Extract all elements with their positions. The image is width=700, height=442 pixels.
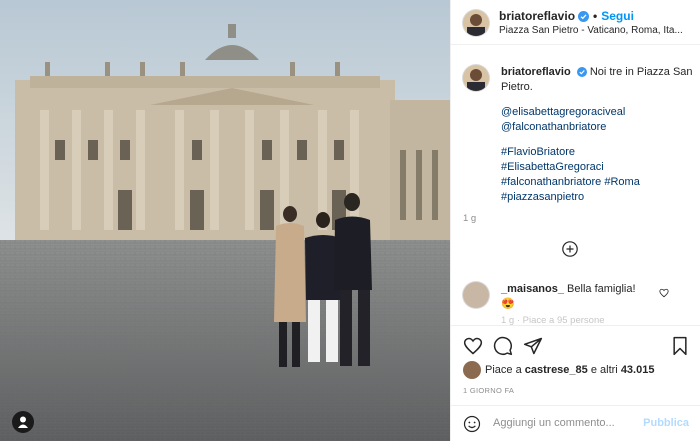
caption-text: briatoreflavio Noi tre in Piazza San Pie… bbox=[501, 65, 693, 205]
post-date[interactable]: 1 GIORNO FA bbox=[463, 386, 514, 395]
mention-link[interactable]: @elisabettagregoraciveal bbox=[501, 105, 693, 120]
caption: briatoreflavio Noi tre in Piazza San Pie… bbox=[463, 65, 693, 224]
verified-badge-icon bbox=[578, 11, 590, 22]
load-more-plus-icon[interactable] bbox=[562, 241, 578, 257]
hashtag-link[interactable]: #piazzasanpietro bbox=[501, 190, 693, 205]
post-author: briatoreflavio • Segui bbox=[499, 9, 634, 23]
post-side-panel: briatoreflavio • Segui Piazza San Pietro -… bbox=[450, 0, 700, 441]
heart-icon[interactable] bbox=[463, 336, 483, 356]
share-icon[interactable] bbox=[523, 336, 543, 356]
liker-avatar[interactable] bbox=[463, 361, 481, 379]
caption-username[interactable]: briatoreflavio bbox=[501, 66, 571, 78]
likes-rest: e altri bbox=[590, 364, 618, 376]
likes-user[interactable]: castrese_85 bbox=[525, 364, 588, 376]
post-photo[interactable] bbox=[0, 0, 450, 441]
avatar[interactable] bbox=[463, 10, 489, 36]
user-tag-icon[interactable] bbox=[12, 411, 34, 433]
post-header: briatoreflavio • Segui Piazza San Pietro -… bbox=[451, 0, 700, 45]
comment-icon[interactable] bbox=[493, 336, 513, 356]
comment-emoji: 😍 bbox=[501, 298, 515, 310]
comments-section[interactable]: briatoreflavio Noi tre in Piazza San Pie… bbox=[451, 45, 700, 325]
likes-count[interactable]: 43.015 bbox=[621, 364, 655, 376]
bookmark-icon[interactable] bbox=[671, 336, 689, 356]
caption-timestamp: 1 g bbox=[463, 213, 477, 224]
comment-meta-faded: 1 g · Piace a 95 persone bbox=[501, 315, 605, 325]
comment-text: Bella famiglia! bbox=[567, 283, 636, 295]
follow-button[interactable]: Segui bbox=[601, 9, 634, 23]
hashtag-link[interactable]: #FlavioBriatore bbox=[501, 145, 693, 160]
caption-avatar[interactable] bbox=[463, 65, 489, 91]
comment-avatar[interactable] bbox=[463, 282, 489, 308]
username-link[interactable]: briatoreflavio bbox=[499, 9, 575, 23]
comment-input[interactable]: Aggiungi un commento... bbox=[493, 417, 615, 429]
add-comment-bar: Aggiungi un commento... Pubblica bbox=[451, 405, 700, 442]
separator-dot: • bbox=[593, 9, 598, 23]
basilica-photo-illustration bbox=[0, 0, 450, 441]
hashtag-link[interactable]: #falconathanbriatore #Roma bbox=[501, 175, 693, 190]
verified-badge-icon bbox=[576, 67, 587, 77]
hashtag-link[interactable]: #ElisabettaGregoraci bbox=[501, 160, 693, 175]
publish-button[interactable]: Pubblica bbox=[643, 417, 689, 429]
mention-link[interactable]: @falconathanbriatore bbox=[501, 120, 693, 135]
heart-icon[interactable] bbox=[659, 288, 669, 298]
likes-summary[interactable]: Piace a castrese_85 e altri 43.015 bbox=[485, 364, 654, 376]
location-link[interactable]: Piazza San Pietro - Vaticano, Roma, Ita.… bbox=[499, 25, 689, 36]
action-bar: Piace a castrese_85 e altri 43.015 1 GIO… bbox=[451, 325, 700, 406]
likes-prefix: Piace a bbox=[485, 364, 522, 376]
comment-username[interactable]: _maisanos_ bbox=[501, 283, 564, 295]
emoji-icon[interactable] bbox=[463, 415, 481, 433]
